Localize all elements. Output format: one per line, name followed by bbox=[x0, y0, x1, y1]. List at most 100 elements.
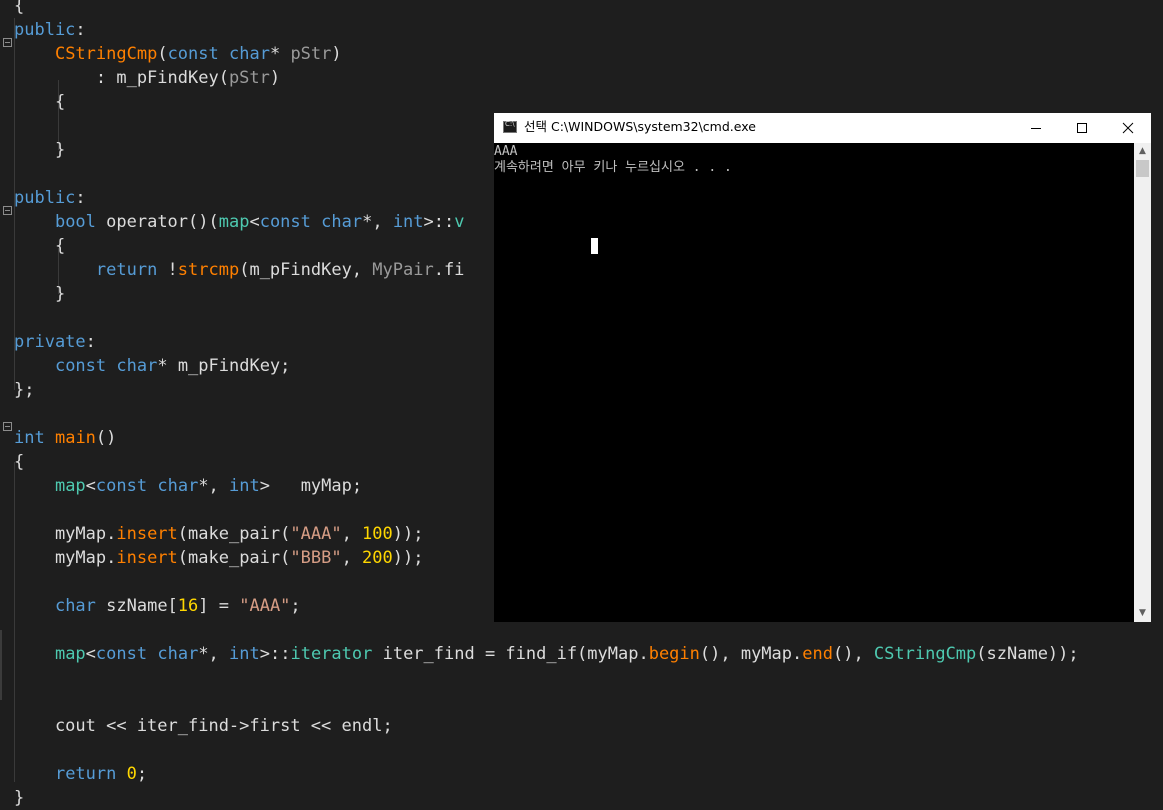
fold-toggle-icon[interactable] bbox=[3, 206, 12, 215]
code-token: return bbox=[54, 764, 117, 784]
code-line[interactable]: private: bbox=[14, 330, 96, 354]
code-token: , bbox=[341, 548, 363, 568]
code-token: "AAA" bbox=[290, 524, 342, 544]
code-token: main bbox=[54, 428, 96, 448]
code-token: int bbox=[392, 212, 424, 232]
code-token: MyPair bbox=[372, 260, 434, 280]
code-token: const bbox=[259, 212, 311, 232]
code-line[interactable]: myMap.insert(make_pair("AAA", 100)); bbox=[14, 522, 424, 546]
scrollbar-thumb[interactable] bbox=[1136, 160, 1149, 177]
code-token: szName[ bbox=[95, 596, 178, 616]
code-line[interactable]: CStringCmp(const char* pStr) bbox=[14, 42, 342, 66]
console-window[interactable]: 선택 C:\WINDOWS\system32\cmd.exe AAA 계속하려면… bbox=[494, 113, 1151, 622]
code-token: < bbox=[85, 644, 96, 664]
code-token: *, bbox=[198, 644, 230, 664]
code-token: (make_pair( bbox=[177, 524, 291, 544]
minimize-button[interactable] bbox=[1013, 113, 1059, 143]
code-token: iter_find = find_if(myMap. bbox=[372, 644, 649, 664]
close-button[interactable] bbox=[1105, 113, 1151, 143]
console-scrollbar[interactable]: ▲ ▼ bbox=[1134, 143, 1151, 622]
code-line[interactable]: { bbox=[14, 450, 24, 474]
code-line[interactable]: cout << iter_find->first << endl; bbox=[14, 714, 393, 738]
code-token: int bbox=[229, 476, 260, 496]
console-output-line: 계속하려면 아무 키나 누르십시오 . . . bbox=[494, 160, 732, 175]
scroll-up-arrow-icon[interactable]: ▲ bbox=[1134, 143, 1151, 160]
code-token: const bbox=[95, 644, 148, 664]
code-token: )); bbox=[392, 524, 424, 544]
code-line[interactable]: char szName[16] = "AAA"; bbox=[14, 594, 301, 618]
console-app-icon bbox=[503, 120, 517, 133]
code-line[interactable]: }; bbox=[14, 378, 34, 402]
code-token: 200 bbox=[362, 548, 393, 568]
code-token: () bbox=[95, 428, 117, 448]
code-line[interactable]: bool operator()(map<const char*, int>::v bbox=[14, 210, 465, 234]
code-token: >:: bbox=[423, 212, 455, 232]
code-token: { bbox=[14, 0, 25, 16]
fold-toggle-icon[interactable] bbox=[3, 422, 12, 431]
code-line[interactable]: const char* m_pFindKey; bbox=[14, 354, 290, 378]
code-line[interactable]: { bbox=[14, 234, 65, 258]
code-token: : m_pFindKey( bbox=[14, 68, 229, 88]
code-token: map bbox=[54, 644, 86, 664]
code-line[interactable]: } bbox=[14, 786, 24, 810]
code-token: (m_pFindKey, bbox=[239, 260, 373, 280]
text-cursor bbox=[591, 238, 598, 254]
code-line[interactable]: } bbox=[14, 138, 65, 162]
code-token: public bbox=[14, 188, 76, 208]
code-line[interactable]: : m_pFindKey(pStr) bbox=[14, 66, 280, 90]
code-token: { bbox=[14, 92, 66, 112]
code-token: bool bbox=[54, 212, 96, 232]
code-line[interactable]: { bbox=[14, 90, 65, 114]
code-line[interactable]: public: bbox=[14, 186, 86, 210]
code-line[interactable]: return !strcmp(m_pFindKey, MyPair.fi bbox=[14, 258, 465, 282]
code-line[interactable]: map<const char*, int> myMap; bbox=[14, 474, 362, 498]
code-line[interactable]: myMap.insert(make_pair("BBB", 200)); bbox=[14, 546, 424, 570]
code-token: { bbox=[14, 236, 66, 256]
console-output-area[interactable]: AAA 계속하려면 아무 키나 누르십시오 . . . bbox=[494, 143, 1134, 622]
code-token: ; bbox=[290, 596, 301, 616]
code-token: end bbox=[802, 644, 833, 664]
code-token: const bbox=[95, 476, 148, 496]
code-token: pStr bbox=[228, 68, 270, 88]
code-line[interactable]: { bbox=[14, 0, 24, 18]
code-token: : bbox=[75, 20, 86, 40]
scroll-down-arrow-icon[interactable]: ▼ bbox=[1134, 605, 1151, 622]
code-token: }; bbox=[14, 380, 35, 400]
console-title: 선택 C:\WINDOWS\system32\cmd.exe bbox=[524, 119, 756, 134]
code-token: operator()( bbox=[95, 212, 219, 232]
code-token: { bbox=[14, 452, 25, 472]
code-token: < bbox=[85, 476, 96, 496]
code-token: myMap. bbox=[14, 524, 117, 544]
code-token: ] = bbox=[198, 596, 240, 616]
code-token: "BBB" bbox=[290, 548, 342, 568]
code-token: char bbox=[157, 644, 199, 664]
console-titlebar[interactable]: 선택 C:\WINDOWS\system32\cmd.exe bbox=[494, 113, 1151, 143]
code-token: ; bbox=[136, 764, 148, 784]
code-token: *, bbox=[198, 476, 230, 496]
code-token: strcmp bbox=[177, 260, 240, 280]
code-token: const bbox=[167, 44, 219, 64]
code-line[interactable]: int main() bbox=[14, 426, 116, 450]
code-token: )); bbox=[392, 548, 424, 568]
code-token: * m_pFindKey; bbox=[157, 356, 291, 376]
code-token: 0 bbox=[126, 764, 137, 784]
code-line[interactable]: map<const char*, int>::iterator iter_fin… bbox=[14, 642, 1079, 666]
maximize-button[interactable] bbox=[1059, 113, 1105, 143]
code-token: (make_pair( bbox=[177, 548, 291, 568]
code-line[interactable]: public: bbox=[14, 18, 86, 42]
fold-toggle-icon[interactable] bbox=[3, 38, 12, 47]
code-line[interactable]: } bbox=[14, 282, 65, 306]
code-line[interactable]: return 0; bbox=[14, 762, 147, 786]
code-token: *, bbox=[362, 212, 393, 232]
code-token: , bbox=[341, 524, 363, 544]
code-token: } bbox=[14, 788, 25, 808]
code-token: char bbox=[321, 212, 363, 232]
